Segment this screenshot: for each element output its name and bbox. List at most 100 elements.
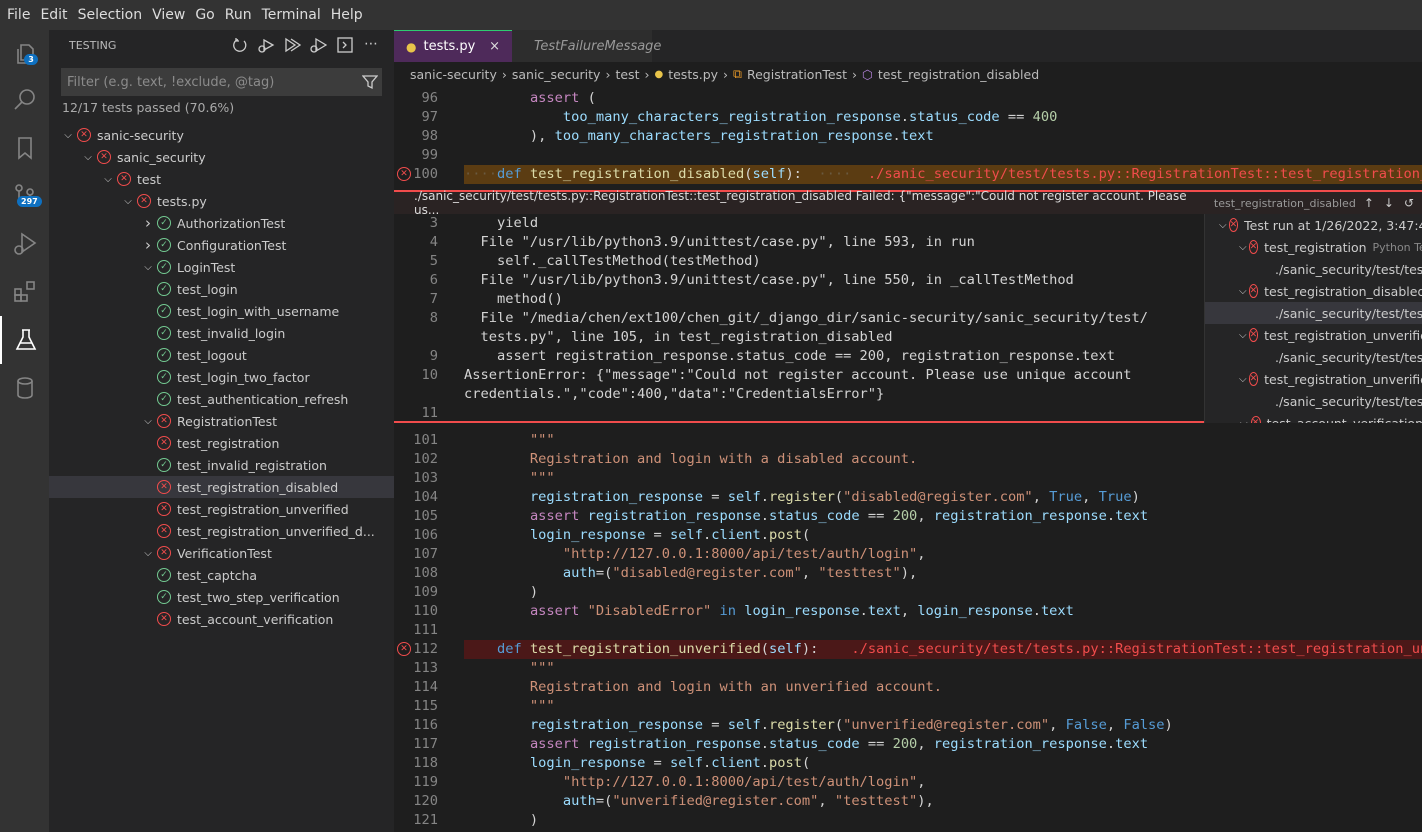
code-line[interactable]: 97 too_many_characters_registration_resp… bbox=[394, 108, 1422, 127]
code-line[interactable]: 118 login_response = self.client.post( bbox=[394, 754, 1422, 773]
chevron-down-icon[interactable]: ⌵ bbox=[1239, 374, 1247, 385]
breadcrumb-item[interactable]: sanic-security bbox=[410, 67, 497, 82]
code-line[interactable]: 120 auth=("unverified@register.com", "te… bbox=[394, 792, 1422, 811]
code-line[interactable]: 109 ) bbox=[394, 583, 1422, 602]
code-line[interactable]: 104 registration_response = self.registe… bbox=[394, 488, 1422, 507]
tab-test-failure-message[interactable]: TestFailureMessage bbox=[512, 30, 661, 62]
test-run-item[interactable]: ⌵ ✕ test_account_verification bbox=[1205, 412, 1422, 423]
code-line[interactable]: 110 assert "DisabledError" in login_resp… bbox=[394, 602, 1422, 621]
test-tree-item[interactable]: ✕ test_account_verification bbox=[49, 608, 394, 630]
test-tree-item[interactable]: › ✓ ConfigurationTest bbox=[49, 234, 394, 256]
run-all-tests-button[interactable] bbox=[283, 36, 302, 54]
menu-run[interactable]: Run bbox=[220, 7, 257, 23]
test-tree-item[interactable]: ✓ test_authentication_refresh bbox=[49, 388, 394, 410]
code-line[interactable]: 107 "http://127.0.0.1:8000/api/test/auth… bbox=[394, 545, 1422, 564]
test-tree-item[interactable]: ⌵ ✕ tests.py bbox=[49, 190, 394, 212]
tab-tests-py[interactable]: ● tests.py × bbox=[394, 30, 512, 62]
code-line[interactable]: 121 ) bbox=[394, 811, 1422, 830]
chevron-right-icon[interactable]: › bbox=[141, 214, 155, 232]
test-run-item[interactable]: ./sanic_security/test/tests.py bbox=[1205, 346, 1422, 368]
code-line[interactable]: 112 ✕ def test_registration_unverified(se… bbox=[397, 640, 1422, 659]
code-line[interactable]: 117 assert registration_response.status_… bbox=[394, 735, 1422, 754]
code-editor-bottom[interactable]: 101 """ 102 Registration and login with a… bbox=[394, 431, 1422, 832]
code-line[interactable]: 100 ✕ ····def test_registration_disabled(s… bbox=[397, 165, 1422, 184]
test-tree-item[interactable]: ✕ test_registration_unverified_d... bbox=[49, 520, 394, 542]
test-run-item[interactable]: ./sanic_security/test/tests.py bbox=[1205, 302, 1422, 324]
test-tree-item[interactable]: ✕ test_registration_disabled bbox=[49, 476, 394, 498]
breadcrumb-item[interactable]: sanic_security bbox=[512, 67, 601, 82]
test-run-item[interactable]: ⌵✕ test_registration_unverified_disabled bbox=[1205, 368, 1422, 390]
breadcrumb-item[interactable]: test_registration_disabled bbox=[878, 67, 1039, 82]
activity-source-control[interactable]: 297 bbox=[0, 172, 49, 220]
test-run-item[interactable]: ⌵ ✕ test_registration_unverified bbox=[1205, 324, 1422, 346]
test-tree-item[interactable]: ✓ test_invalid_registration bbox=[49, 454, 394, 476]
chevron-right-icon[interactable]: › bbox=[141, 236, 155, 254]
test-tree-item[interactable]: ✓ test_login bbox=[49, 278, 394, 300]
activity-bookmarks[interactable] bbox=[0, 124, 49, 172]
menu-file[interactable]: File bbox=[2, 7, 35, 23]
error-icon[interactable]: ✕ bbox=[397, 167, 411, 181]
activity-search[interactable] bbox=[0, 76, 49, 124]
code-line[interactable]: 101 """ bbox=[394, 431, 1422, 450]
debug-all-tests-button[interactable] bbox=[309, 36, 328, 54]
peek-message[interactable]: 3 yield 4 File "/usr/lib/python3.9/unitte… bbox=[394, 214, 1190, 423]
test-tree-item[interactable]: ⌵ ✕ test bbox=[49, 168, 394, 190]
test-tree-item[interactable]: › ✓ AuthorizationTest bbox=[49, 212, 394, 234]
code-line[interactable]: 99 bbox=[394, 146, 1422, 165]
code-line[interactable]: 96 assert ( bbox=[394, 89, 1422, 108]
chevron-down-icon[interactable]: ⌵ bbox=[121, 196, 135, 207]
code-line[interactable]: 111 bbox=[394, 621, 1422, 640]
menu-terminal[interactable]: Terminal bbox=[257, 7, 326, 23]
test-tree-item[interactable]: ✕ test_registration_unverified bbox=[49, 498, 394, 520]
activity-database[interactable] bbox=[0, 364, 49, 412]
code-line[interactable]: 119 "http://127.0.0.1:8000/api/test/auth… bbox=[394, 773, 1422, 792]
chevron-down-icon[interactable]: ⌵ bbox=[141, 416, 155, 427]
test-filter-input[interactable] bbox=[61, 68, 382, 96]
code-line[interactable]: 105 assert registration_response.status_… bbox=[394, 507, 1422, 526]
code-editor-top[interactable]: 96 assert (97 too_many_characters_regist… bbox=[394, 89, 1422, 190]
code-line[interactable]: 102 Registration and login with a disabl… bbox=[394, 450, 1422, 469]
test-run-item[interactable]: ⌵✕ test_registration Python Test bbox=[1205, 236, 1422, 258]
test-run-item[interactable]: ./sanic_security/test/tests.py bbox=[1205, 390, 1422, 412]
test-tree-item[interactable]: ✓ test_login_two_factor bbox=[49, 366, 394, 388]
chevron-down-icon[interactable]: ⌵ bbox=[1239, 286, 1247, 297]
activity-explorer[interactable]: 3 bbox=[0, 30, 49, 78]
code-line[interactable]: 103 """ bbox=[394, 469, 1422, 488]
test-tree-item[interactable]: ⌵ ✕ VerificationTest bbox=[49, 542, 394, 564]
next-failure-button[interactable]: ↓ bbox=[1384, 196, 1394, 210]
code-line[interactable]: 115 """ bbox=[394, 697, 1422, 716]
filter-icon[interactable] bbox=[362, 74, 378, 90]
activity-testing[interactable] bbox=[0, 316, 49, 364]
chevron-down-icon[interactable]: ⌵ bbox=[1239, 242, 1247, 253]
menu-help[interactable]: Help bbox=[326, 7, 368, 23]
breadcrumb-item[interactable]: RegistrationTest bbox=[747, 67, 847, 82]
history-icon[interactable]: ↺ bbox=[1404, 196, 1414, 210]
run-failed-tests-button[interactable] bbox=[257, 36, 275, 54]
test-tree-item[interactable]: ⌵ ✓ LoginTest bbox=[49, 256, 394, 278]
chevron-down-icon[interactable]: ⌵ bbox=[1239, 330, 1247, 341]
activity-run-debug[interactable] bbox=[0, 220, 49, 268]
menu-view[interactable]: View bbox=[147, 7, 190, 23]
breadcrumb-item[interactable]: test bbox=[615, 67, 639, 82]
code-line[interactable]: 106 login_response = self.client.post( bbox=[394, 526, 1422, 545]
test-tree-item[interactable]: ✓ test_captcha bbox=[49, 564, 394, 586]
chevron-down-icon[interactable]: ⌵ bbox=[141, 548, 155, 559]
chevron-down-icon[interactable]: ⌵ bbox=[101, 174, 115, 185]
code-line[interactable]: 108 auth=("disabled@register.com", "test… bbox=[394, 564, 1422, 583]
chevron-down-icon[interactable]: ⌵ bbox=[61, 130, 75, 141]
close-tab-button[interactable]: × bbox=[489, 39, 500, 54]
test-tree-item[interactable]: ⌵ ✕ sanic_security bbox=[49, 146, 394, 168]
chevron-down-icon[interactable]: ⌵ bbox=[1239, 418, 1249, 424]
show-output-button[interactable] bbox=[336, 36, 354, 54]
menu-go[interactable]: Go bbox=[190, 7, 219, 23]
test-run-item[interactable]: ⌵✕ Test run at 1/26/2022, 3:47:43 PM bbox=[1205, 214, 1422, 236]
code-line[interactable]: 114 Registration and login with an unver… bbox=[394, 678, 1422, 697]
test-run-item[interactable]: ./sanic_security/test/tests.py bbox=[1205, 258, 1422, 280]
chevron-down-icon[interactable]: ⌵ bbox=[81, 152, 95, 163]
test-tree-item[interactable]: ✓ test_login_with_username bbox=[49, 300, 394, 322]
chevron-down-icon[interactable]: ⌵ bbox=[1219, 220, 1227, 231]
code-line[interactable]: 116 registration_response = self.registe… bbox=[394, 716, 1422, 735]
code-line[interactable]: 113 """ bbox=[394, 659, 1422, 678]
more-actions-button[interactable]: ⋯ bbox=[362, 36, 380, 54]
error-icon[interactable]: ✕ bbox=[397, 642, 411, 656]
